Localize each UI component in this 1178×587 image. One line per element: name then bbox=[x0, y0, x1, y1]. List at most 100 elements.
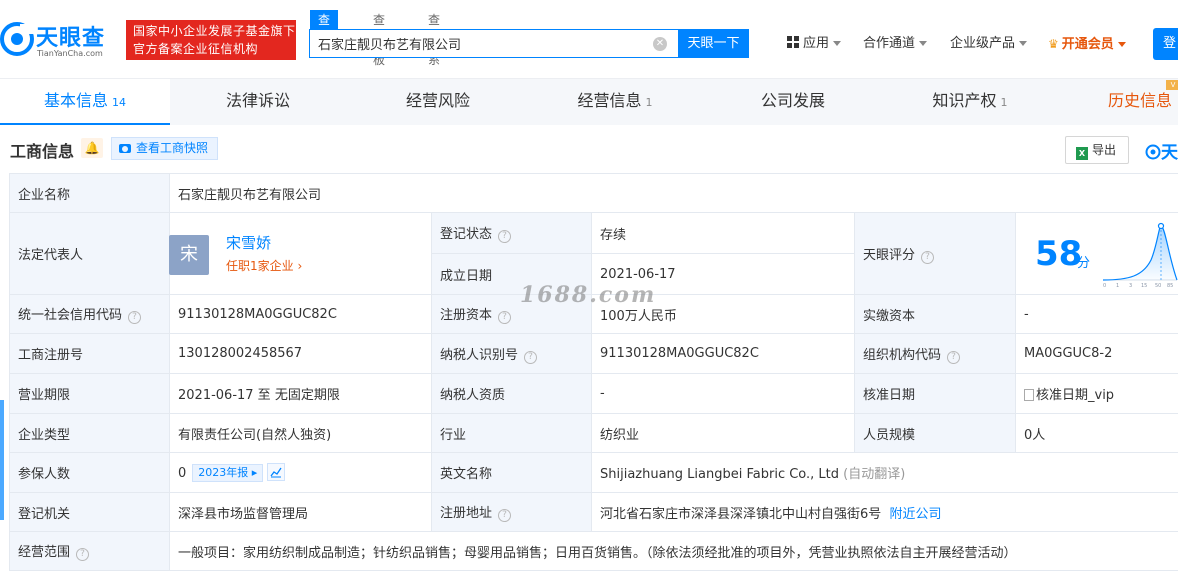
help-icon[interactable]: ? bbox=[498, 230, 512, 243]
search-input[interactable] bbox=[310, 30, 640, 57]
reg-status-label: 登记状态? bbox=[431, 212, 592, 254]
score-marker-dot bbox=[1157, 222, 1165, 230]
score-unit: 分 bbox=[1077, 256, 1091, 271]
table-row: 企业名称 石家庄靓贝布艺有限公司 bbox=[9, 173, 1178, 213]
tab-ip[interactable]: 知识产权 1 bbox=[880, 79, 1060, 125]
left-floating-bar[interactable] bbox=[0, 400, 4, 520]
search-button[interactable]: 天眼一下 bbox=[678, 29, 749, 58]
login-button[interactable]: 登 bbox=[1153, 28, 1178, 60]
authority-value: 深泽县市场监督管理局 bbox=[169, 492, 432, 532]
tax-id-label: 纳税人识别号? bbox=[431, 333, 592, 374]
tax-id-value: 91130128MA0GGUC82C bbox=[591, 333, 855, 374]
insured-label: 参保人数 bbox=[9, 452, 170, 493]
search-tab-company[interactable]: 查公司 bbox=[310, 10, 339, 67]
table-row: 参保人数 0 2023年报 ▸ 英文名称 Shijiazhuang Liangbe… bbox=[9, 452, 1178, 493]
snapshot-button[interactable]: 查看工商快照 bbox=[111, 137, 218, 160]
tab-legal[interactable]: 法律诉讼 bbox=[170, 79, 350, 125]
paid-capital-label: 实缴资本 bbox=[854, 294, 1016, 334]
logo-eye-icon bbox=[1145, 144, 1161, 160]
tab-operating-info[interactable]: 经营信息 1 bbox=[525, 79, 705, 125]
industry-value: 纺织业 bbox=[591, 413, 855, 453]
help-icon[interactable]: ? bbox=[498, 509, 512, 522]
help-icon[interactable]: ? bbox=[128, 311, 142, 324]
address-value: 河北省石家庄市深泽县深泽镇北中山村自强街6号 附近公司 bbox=[590, 492, 1178, 532]
table-row: 登记机关 深泽县市场监督管理局 注册地址? 河北省石家庄市深泽县深泽镇北中山村自… bbox=[9, 492, 1178, 532]
term-value: 2021-06-17 至 无固定期限 bbox=[169, 373, 432, 414]
nearby-companies-link[interactable]: 附近公司 bbox=[890, 507, 942, 522]
help-icon[interactable]: ? bbox=[498, 311, 512, 324]
broken-image-icon bbox=[1024, 389, 1034, 401]
gov-badge: 国家中小企业发展子基金旗下 官方备案企业征信机构 bbox=[126, 20, 296, 60]
score-distribution-chart: 0 1 3 15 50 85 bbox=[1102, 222, 1178, 289]
reg-status-value: 存续 bbox=[591, 212, 855, 254]
bell-icon[interactable]: 🔔 bbox=[81, 138, 103, 158]
annual-report-tag[interactable]: 2023年报 ▸ bbox=[192, 464, 264, 482]
org-code-label: 组织机构代码? bbox=[854, 333, 1016, 374]
nav-enterprise-products[interactable]: 企业级产品 bbox=[950, 34, 1028, 54]
en-name-label: 英文名称 bbox=[431, 452, 592, 493]
search-tab-boss[interactable]: 查老板 bbox=[373, 10, 385, 67]
legal-rep-label: 法定代表人 bbox=[9, 212, 170, 295]
search-tab-relation[interactable]: 查关系 bbox=[428, 10, 440, 67]
nav-vip[interactable]: ♛ 开通会员 bbox=[1048, 34, 1126, 54]
gov-badge-line1: 国家中小企业发展子基金旗下 bbox=[133, 24, 296, 38]
score-axis-tick: 85 bbox=[1167, 283, 1173, 289]
scope-label: 经营范围? bbox=[9, 531, 170, 571]
address-label: 注册地址? bbox=[431, 492, 592, 532]
main-tabbar: 基本信息 14 法律诉讼 经营风险 经营信息 1 公司发展 知识产权 1 历史信息 bbox=[0, 78, 1178, 125]
table-row: 企业类型 有限责任公司(自然人独资) 行业 纺织业 人员规模 0人 bbox=[9, 413, 1178, 453]
type-label: 企业类型 bbox=[9, 413, 170, 453]
logo-text: 天眼查 bbox=[36, 26, 106, 51]
approve-value[interactable]: 核准日期_vip bbox=[1014, 373, 1178, 414]
camera-icon bbox=[119, 144, 131, 153]
brand-mini-logo[interactable]: 天 bbox=[1145, 138, 1178, 163]
trend-chart-icon[interactable] bbox=[267, 463, 286, 481]
score-axis-tick: 3 bbox=[1129, 283, 1132, 289]
avatar[interactable]: 宋 bbox=[169, 235, 209, 275]
gov-badge-line2: 官方备案企业征信机构 bbox=[133, 42, 259, 56]
legal-rep-positions-link[interactable]: 任职1家企业 › bbox=[226, 257, 302, 274]
chevron-down-icon bbox=[1019, 41, 1028, 46]
nav-apps[interactable]: 应用 bbox=[787, 34, 842, 54]
credit-code-value: 91130128MA0GGUC82C bbox=[169, 294, 432, 334]
company-name-label: 企业名称 bbox=[9, 173, 170, 213]
crown-icon: ♛ bbox=[1048, 37, 1059, 51]
search-box: ✕ bbox=[309, 29, 679, 58]
tianyancha-logo[interactable]: 天眼查 TianYanCha.com bbox=[0, 20, 122, 64]
help-icon[interactable]: ? bbox=[921, 250, 935, 264]
reg-no-label: 工商注册号 bbox=[9, 333, 170, 374]
chevron-down-icon bbox=[1117, 42, 1126, 47]
table-row: 工商注册号 130128002458567 纳税人识别号? 91130128MA… bbox=[9, 333, 1178, 374]
type-value: 有限责任公司(自然人独资) bbox=[169, 413, 432, 453]
export-button[interactable]: X 导出 bbox=[1065, 136, 1129, 164]
help-icon[interactable]: ? bbox=[947, 350, 961, 364]
taxpayer-value: - bbox=[591, 373, 855, 414]
score-axis-tick: 0 bbox=[1103, 283, 1106, 289]
watermark: 1688.com bbox=[520, 282, 657, 308]
help-icon[interactable]: ? bbox=[76, 548, 90, 561]
term-label: 营业期限 bbox=[9, 373, 170, 414]
vip-corner-badge: V bbox=[1166, 80, 1178, 90]
tab-basic-info[interactable]: 基本信息 14 bbox=[0, 79, 170, 125]
score-label: 天眼评分? bbox=[854, 212, 1016, 295]
business-info-table: 企业名称 石家庄靓贝布艺有限公司 法定代表人 登记状态? 存续 天眼评分? 成立… bbox=[9, 173, 1178, 571]
score-curve-area bbox=[1103, 226, 1177, 280]
nav-cooperation[interactable]: 合作通道 bbox=[863, 34, 928, 54]
taxpayer-label: 纳税人资质 bbox=[431, 373, 592, 414]
help-icon[interactable]: ? bbox=[524, 350, 538, 364]
clear-icon[interactable]: ✕ bbox=[653, 37, 667, 51]
legal-rep-name-link[interactable]: 宋雪娇 bbox=[226, 232, 271, 253]
table-row: 营业期限 2021-06-17 至 无固定期限 纳税人资质 - 核准日期 核准日… bbox=[9, 373, 1178, 414]
chevron-down-icon bbox=[833, 41, 842, 46]
section-title: 工商信息 bbox=[10, 142, 75, 161]
insured-value: 0 2023年报 ▸ bbox=[169, 452, 432, 493]
tab-operating-risk[interactable]: 经营风险 bbox=[350, 79, 530, 125]
table-row: 经营范围? 一般项目：家用纺织制成品制造；针纺织品销售；母婴用品销售；日用百货销… bbox=[9, 531, 1178, 571]
scope-value: 一般项目：家用纺织制成品制造；针纺织品销售；母婴用品销售；日用百货销售。（除依法… bbox=[168, 531, 1178, 571]
company-name-value: 石家庄靓贝布艺有限公司 bbox=[168, 173, 1178, 213]
score-value: 58 bbox=[1035, 234, 1083, 274]
en-name-value: Shijiazhuang Liangbei Fabric Co., Ltd (自… bbox=[590, 452, 1178, 493]
top-header: 天眼查 TianYanCha.com 国家中小企业发展子基金旗下 官方备案企业征… bbox=[0, 0, 1178, 78]
tab-development[interactable]: 公司发展 bbox=[705, 79, 885, 125]
staff-label: 人员规模 bbox=[854, 413, 1016, 453]
